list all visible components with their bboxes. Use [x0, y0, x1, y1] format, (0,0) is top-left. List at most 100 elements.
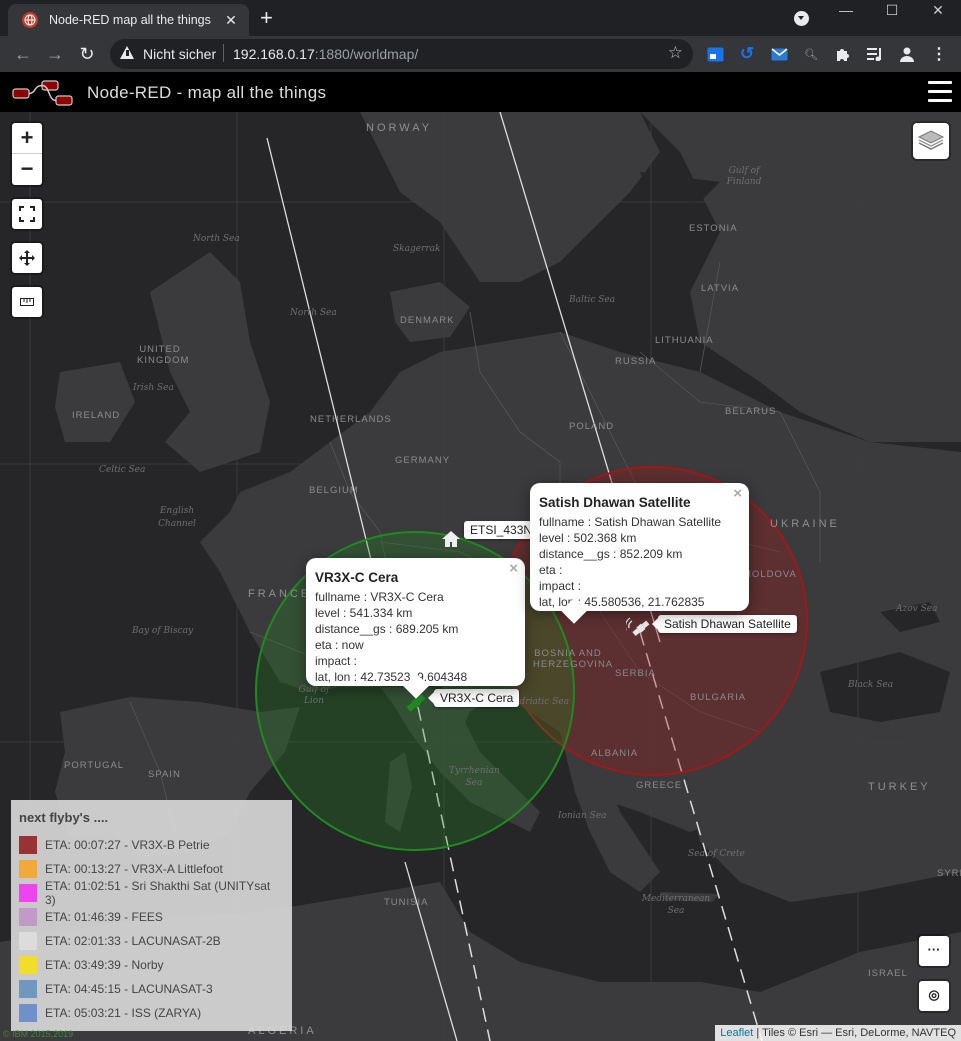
label-mediterranean-sea: Mediterranean Sea: [641, 894, 711, 916]
profile-avatar-icon[interactable]: [897, 44, 917, 64]
extension-mail-icon[interactable]: [769, 44, 789, 64]
ibm-copyright: © IBM 2015,2019: [3, 1029, 74, 1039]
label-poland: POLAND: [569, 421, 615, 432]
minimize-button[interactable]: —: [823, 0, 869, 30]
zoom-out-button[interactable]: −: [12, 154, 42, 185]
label-ukraine: UKRAINE: [770, 518, 840, 530]
back-arrow-icon[interactable]: ←: [9, 40, 37, 68]
label-sea-of-crete: Sea of Crete: [688, 849, 745, 859]
label-tyrrhenian-sea: Tyrrhenian Sea: [449, 766, 500, 788]
zoom-control: + −: [12, 123, 42, 185]
label-belgium: BELGIUM: [309, 485, 359, 496]
label-tunisia: TUNISIA: [384, 897, 429, 908]
label-azov-sea: Azov Sea: [896, 604, 938, 614]
popup-line: fullname : Satish Dhawan Satellite: [539, 515, 722, 529]
popup-line: level : 541.334 km: [315, 606, 413, 620]
popup-close-icon[interactable]: ×: [509, 561, 518, 577]
label-celtic-sea: Celtic Sea: [99, 465, 146, 475]
satellite-icon-satish-dhawan[interactable]: [624, 616, 654, 645]
window-close-button[interactable]: ✕: [915, 0, 961, 30]
legend-item: ETA: 02:01:33 - LACUNASAT-2B: [19, 929, 284, 953]
legend-item: ETA: 03:49:39 - Norby: [19, 953, 284, 977]
layers-icon[interactable]: [913, 123, 949, 159]
label-latvia: LATVIA: [701, 283, 740, 294]
tab-search-icon[interactable]: [794, 11, 809, 26]
maximize-button[interactable]: ☐: [869, 0, 915, 30]
legend-item: ETA: 01:02:51 - Sri Shakthi Sat (UNITYsa…: [19, 879, 284, 907]
url-text[interactable]: 192.168.0.17:1880/worldmap/: [233, 46, 418, 62]
label-black-sea: Black Sea: [848, 680, 894, 690]
home-marker-label: ETSI_433N: [464, 521, 534, 539]
locate-move-icon[interactable]: [12, 243, 42, 273]
new-tab-button[interactable]: +: [260, 7, 273, 29]
legend-swatch: [19, 980, 37, 998]
legend-item: ETA: 00:07:27 - VR3X-B Petrie: [19, 833, 284, 857]
label-north-sea: North Sea: [193, 234, 240, 244]
label-ireland: IRELAND: [72, 410, 121, 421]
extension-zoom-icon[interactable]: 🔍︎: [801, 44, 821, 64]
label-skagerrak: Skagerrak: [393, 244, 441, 254]
label-ionian-sea: Ionian Sea: [558, 811, 607, 821]
label-bosnia: BOSNIA AND HERZEGOVINA: [533, 648, 614, 670]
address-bar[interactable]: Nicht sicher 192.168.0.17:1880/worldmap/…: [110, 39, 693, 69]
popup-title: VR3X-C Cera: [315, 570, 399, 585]
leaflet-link[interactable]: Leaflet: [720, 1027, 753, 1039]
reading-list-icon[interactable]: [865, 44, 885, 64]
extension-sync-icon[interactable]: ↺: [737, 44, 757, 64]
legend-swatch: [19, 932, 37, 950]
legend-swatch: [19, 860, 37, 878]
popup-line: eta : now: [315, 638, 364, 652]
bookmark-star-icon[interactable]: ☆: [668, 43, 683, 63]
sat1-popup: × VR3X-C Cera fullname : VR3X-C Cera lev…: [306, 558, 525, 699]
globe-icon: [22, 12, 38, 28]
app-header: Node-RED - map all the things: [0, 72, 961, 112]
browser-tab[interactable]: Node-RED map all the things ✕: [8, 4, 249, 36]
extensions-puzzle-icon[interactable]: [833, 44, 853, 64]
popup-title: Satish Dhawan Satellite: [539, 495, 691, 510]
security-label[interactable]: Nicht sicher: [143, 46, 216, 62]
sat2-popup: × Satish Dhawan Satellite fullname : Sat…: [530, 483, 749, 624]
legend-swatch: [19, 884, 37, 902]
legend-item: ETA: 01:46:39 - FEES: [19, 905, 284, 929]
browser-toolbar: ← → ↻ Nicht sicher 192.168.0.17:1880/wor…: [0, 36, 961, 72]
label-russia: RUSSIA: [615, 356, 657, 367]
popup-line: eta :: [539, 563, 563, 577]
label-adriatic-sea: Adriatic Sea: [513, 697, 570, 707]
label-irish-sea: Irish Sea: [133, 383, 174, 393]
label-bulgaria: BULGARIA: [690, 692, 747, 703]
popup-line: level : 502.368 km: [539, 531, 637, 545]
label-syria: SYRIA: [937, 868, 961, 879]
reload-icon[interactable]: ↻: [73, 40, 101, 68]
zoom-in-button[interactable]: +: [12, 123, 42, 154]
label-belarus: BELARUS: [725, 406, 777, 417]
tab-close-icon[interactable]: ✕: [223, 12, 239, 29]
label-english-channel: English Channel: [158, 506, 196, 529]
legend-item: ETA: 04:45:15 - LACUNASAT-3: [19, 977, 284, 1001]
legend-item: ETA: 05:03:21 - ISS (ZARYA): [19, 1001, 284, 1025]
browser-menu-icon[interactable]: ⋮: [929, 44, 949, 64]
browser-tab-bar: Node-RED map all the things ✕ + — ☐ ✕: [0, 0, 961, 36]
sat1-label: VR3X-C Cera: [427, 689, 520, 707]
ruler-icon[interactable]: [12, 287, 42, 317]
map-attribution: Leaflet | Tiles © Esri — Esri, DeLorme, …: [715, 1025, 961, 1041]
label-albania: ALBANIA: [591, 748, 639, 759]
legend-item: ETA: 00:13:27 - VR3X-A Littlefoot: [19, 857, 284, 881]
label-gulf-of-lion: Gulf of Lion: [298, 685, 330, 706]
fullscreen-icon[interactable]: [12, 199, 42, 229]
label-denmark: DENMARK: [400, 315, 455, 326]
hamburger-menu-icon[interactable]: [928, 81, 952, 103]
label-germany: GERMANY: [395, 455, 451, 466]
label-lithuania: LITHUANIA: [655, 335, 714, 346]
compass-icon[interactable]: ◎: [919, 981, 949, 1011]
extension-screen-icon[interactable]: [705, 44, 725, 64]
app-title: Node-RED - map all the things: [87, 83, 327, 102]
more-options-button[interactable]: ···: [919, 936, 949, 966]
legend-swatch: [19, 956, 37, 974]
forward-arrow-icon[interactable]: →: [41, 40, 69, 68]
popup-close-icon[interactable]: ×: [733, 486, 742, 502]
sat2-label: Satish Dhawan Satellite: [652, 615, 797, 633]
label-france: FRANCE: [248, 588, 312, 600]
world-map[interactable]: NORWAY UKRAINE FRANCE TURKEY ALGERIA DEN…: [0, 112, 961, 1041]
label-israel: ISRAEL: [868, 968, 908, 979]
home-marker-icon[interactable]: [441, 530, 461, 553]
